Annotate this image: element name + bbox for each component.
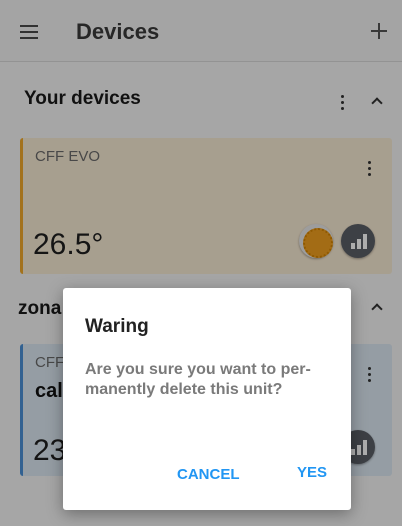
devices-screen: Devices Your devices CFF EVO 26.5° zona … bbox=[0, 0, 402, 526]
delete-confirm-dialog: Waring Are you sure you want to per-mane… bbox=[63, 288, 351, 510]
yes-button[interactable]: YES bbox=[297, 464, 327, 481]
cancel-button[interactable]: CANCEL bbox=[177, 466, 240, 483]
dialog-message: Are you sure you want to per-manently de… bbox=[85, 361, 311, 398]
dialog-title: Waring bbox=[85, 316, 149, 337]
